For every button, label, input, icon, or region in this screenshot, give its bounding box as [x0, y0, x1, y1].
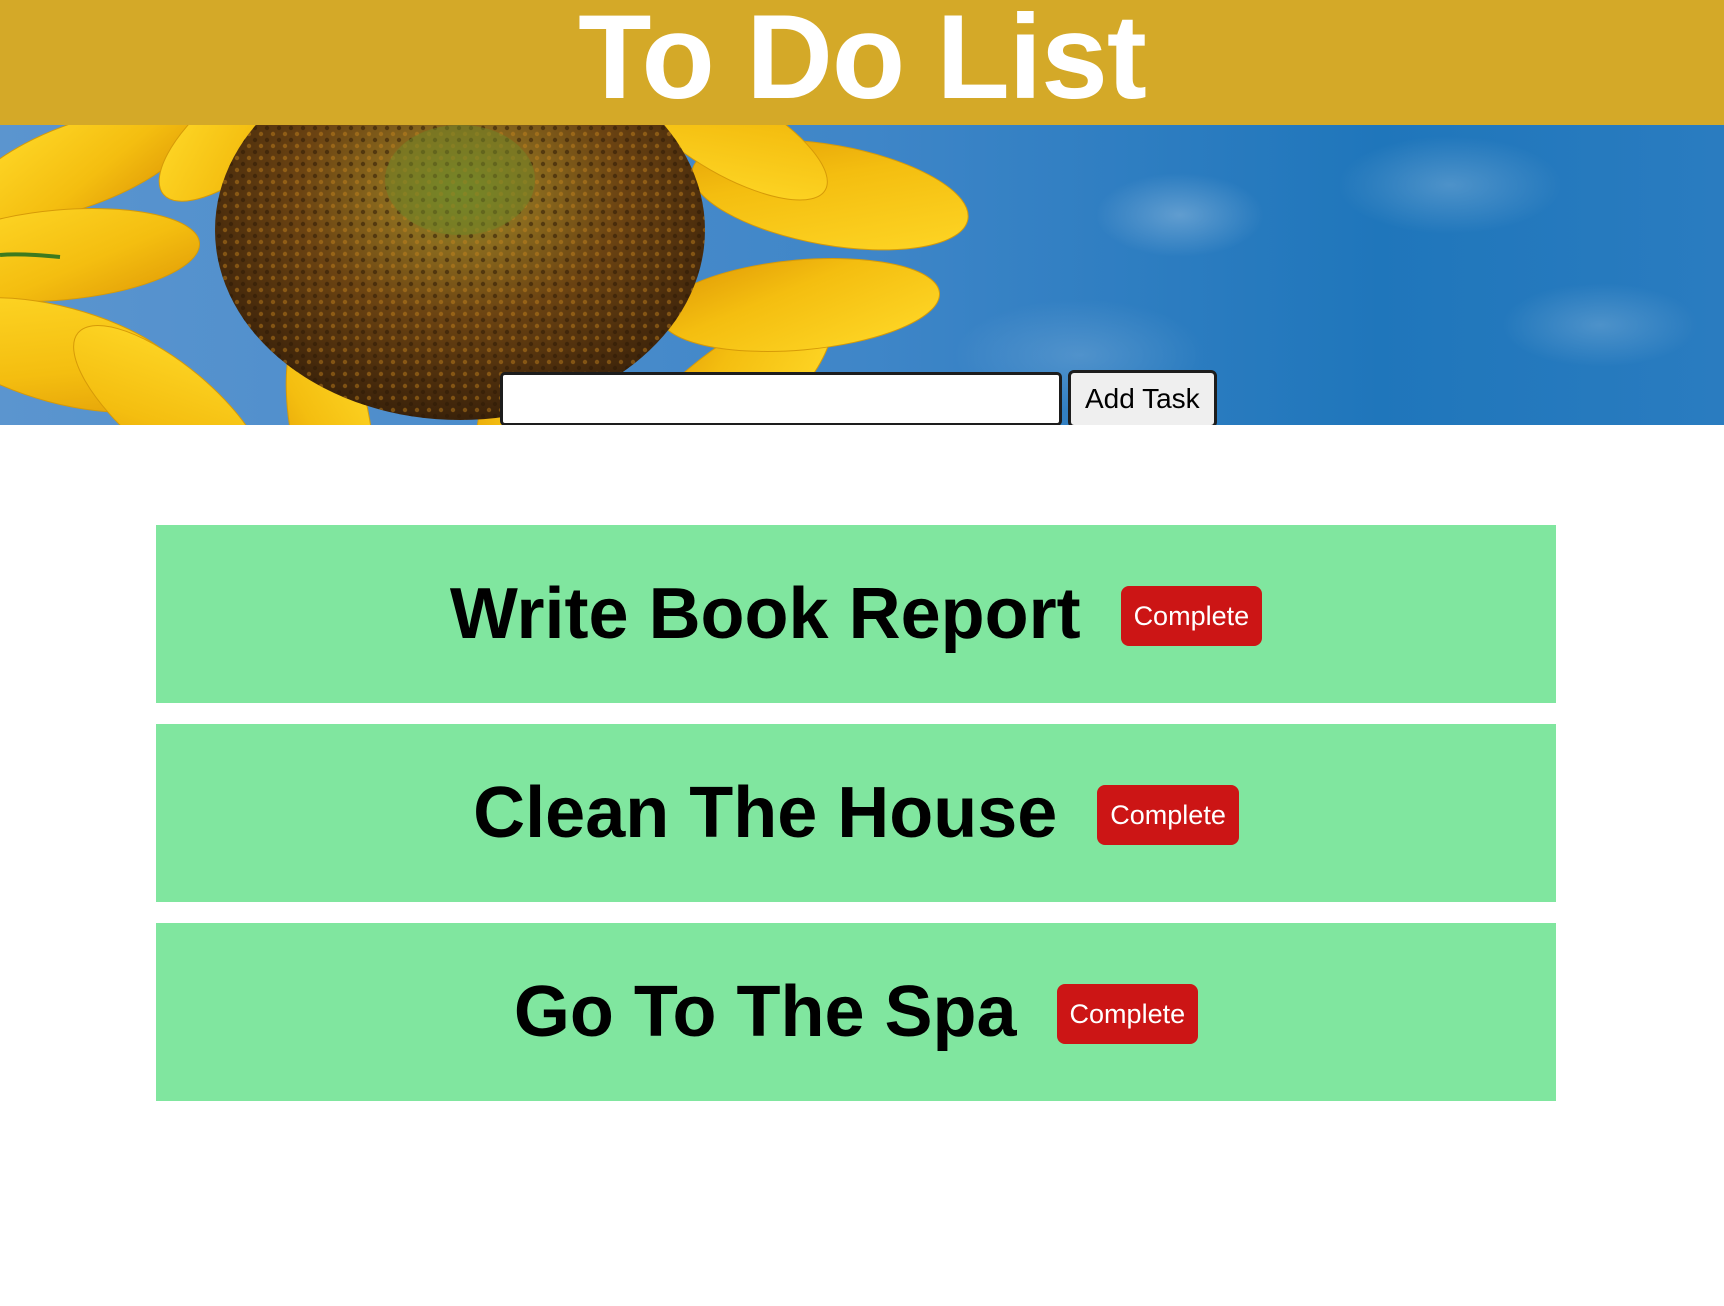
task-text: Clean The House [473, 773, 1058, 853]
complete-button[interactable]: Complete [1120, 586, 1263, 646]
add-task-button[interactable]: Add Task [1068, 370, 1217, 425]
complete-button[interactable]: Complete [1097, 785, 1239, 845]
task-item: Write Book Report Complete [156, 525, 1556, 703]
page-title: To Do List [578, 0, 1147, 124]
task-list: Write Book Report Complete Clean The Hou… [156, 525, 1556, 1122]
task-item: Clean The House Complete [156, 724, 1556, 902]
task-text: Go To The Spa [513, 972, 1017, 1052]
task-text: Write Book Report [449, 574, 1081, 654]
task-input[interactable] [500, 372, 1062, 425]
add-task-form: Add Task [500, 370, 1217, 425]
hero-banner: Add Task [0, 125, 1724, 425]
complete-button[interactable]: Complete [1056, 984, 1199, 1044]
page-header: To Do List [0, 0, 1724, 125]
task-item: Go To The Spa Complete [156, 923, 1556, 1101]
